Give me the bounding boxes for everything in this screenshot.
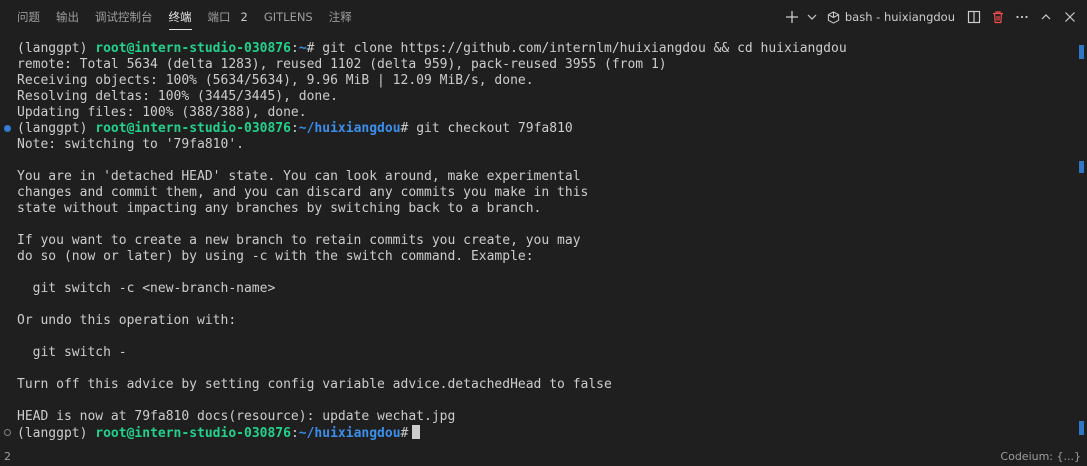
close-panel-button[interactable] (1059, 6, 1081, 28)
split-terminal-button[interactable] (963, 6, 985, 28)
output-line: Note: switching to '79fa810'. (17, 137, 244, 152)
cwd: ~/huixiangdou (298, 426, 401, 441)
output-line: state without impacting any branches by … (17, 201, 542, 216)
tab-terminal[interactable]: 终端 (161, 0, 200, 34)
tab-label: 端口 (207, 10, 231, 24)
user-host: root@intern-studio-030876 (95, 426, 291, 441)
output-line: Resolving deltas: 100% (3445/3445), done… (17, 89, 338, 104)
command-decoration-dot[interactable] (4, 125, 11, 132)
scroll-marker (1079, 161, 1084, 173)
kill-terminal-button[interactable] (987, 6, 1009, 28)
tab-output[interactable]: 输出 (48, 0, 87, 34)
tab-comments[interactable]: 注释 (321, 0, 360, 34)
output-line: Turn off this advice by setting config v… (17, 377, 612, 392)
panel-tab-bar: 问题 输出 调试控制台 终端 端口 2 GITLENS 注释 bash - hui… (0, 0, 1087, 34)
command-text: git clone https://github.com/internlm/hu… (322, 41, 847, 56)
command-text: git checkout 79fa810 (416, 121, 573, 136)
new-terminal-button[interactable] (781, 6, 803, 28)
output-line: remote: Total 5634 (delta 1283), reused … (17, 57, 667, 72)
terminal-instance-label[interactable]: bash - huixiangdou (821, 10, 961, 24)
tab-debug-console[interactable]: 调试控制台 (87, 0, 161, 34)
text-cursor (412, 425, 421, 439)
output-line: changes and commit them, and you can dis… (17, 185, 589, 200)
output-line: Receiving objects: 100% (5634/5634), 9.9… (17, 73, 534, 88)
chevron-down-icon (807, 14, 817, 20)
output-line: HEAD is now at 79fa810 docs(resource): u… (17, 409, 456, 424)
conda-env: (langgpt) (17, 426, 88, 441)
output-line: Updating files: 100% (388/388), done. (17, 105, 307, 120)
tab-gitlens[interactable]: GITLENS (256, 0, 321, 34)
terminal-name: bash - huixiangdou (844, 10, 955, 24)
status-bar: 2 Codeium: {...} (0, 450, 1087, 466)
user-host: root@intern-studio-030876 (95, 41, 291, 56)
tab-label: GITLENS (263, 10, 313, 24)
user-host: root@intern-studio-030876 (95, 121, 291, 136)
tab-label: 输出 (56, 10, 79, 24)
tab-label: 问题 (17, 10, 40, 24)
cwd: ~/huixiangdou (298, 121, 401, 136)
prompt-line: (langgpt) root@intern-studio-030876:~/hu… (0, 121, 1075, 137)
scroll-marker (1079, 45, 1084, 59)
tab-ports[interactable]: 端口 2 (200, 0, 256, 34)
output-line: You are in 'detached HEAD' state. You ca… (17, 169, 581, 184)
more-actions-button[interactable] (1011, 6, 1033, 28)
cwd: ~ (298, 41, 307, 56)
output-line: Or undo this operation with: (17, 313, 237, 328)
terminal-scrollbar[interactable] (1075, 41, 1087, 446)
terminal-shell-icon (827, 10, 839, 24)
tab-problems[interactable]: 问题 (0, 0, 48, 34)
close-icon (1065, 12, 1075, 22)
ports-count-badge: 2 (240, 10, 248, 24)
split-icon (967, 10, 981, 24)
plus-icon (785, 11, 798, 23)
scroll-marker (1079, 421, 1084, 435)
terminal-profile-dropdown[interactable] (805, 6, 819, 28)
conda-env: (langgpt) (17, 121, 88, 136)
output-line: If you want to create a new branch to re… (17, 233, 581, 248)
output-line: git switch - (17, 345, 127, 360)
conda-env: (langgpt) (17, 41, 88, 56)
maximize-panel-button[interactable] (1035, 6, 1057, 28)
tab-label: 终端 (168, 10, 192, 24)
command-decoration-dot[interactable] (4, 429, 11, 436)
terminal-toolbar: bash - huixiangdou (781, 0, 1081, 34)
prompt-line: (langgpt) root@intern-studio-030876:~# g… (17, 41, 847, 56)
chevron-up-icon (1041, 14, 1051, 20)
tab-label: 注释 (328, 10, 352, 24)
output-line: do so (now or later) by using -c with th… (17, 249, 534, 264)
prompt-line: (langgpt) root@intern-studio-030876:~/hu… (0, 425, 1075, 441)
tab-label: 调试控制台 (95, 10, 153, 24)
terminal-output[interactable]: (langgpt) root@intern-studio-030876:~# g… (0, 41, 1075, 446)
trash-icon (993, 11, 1003, 24)
ellipsis-icon (1016, 15, 1028, 19)
output-line: git switch -c <new-branch-name> (17, 281, 276, 296)
